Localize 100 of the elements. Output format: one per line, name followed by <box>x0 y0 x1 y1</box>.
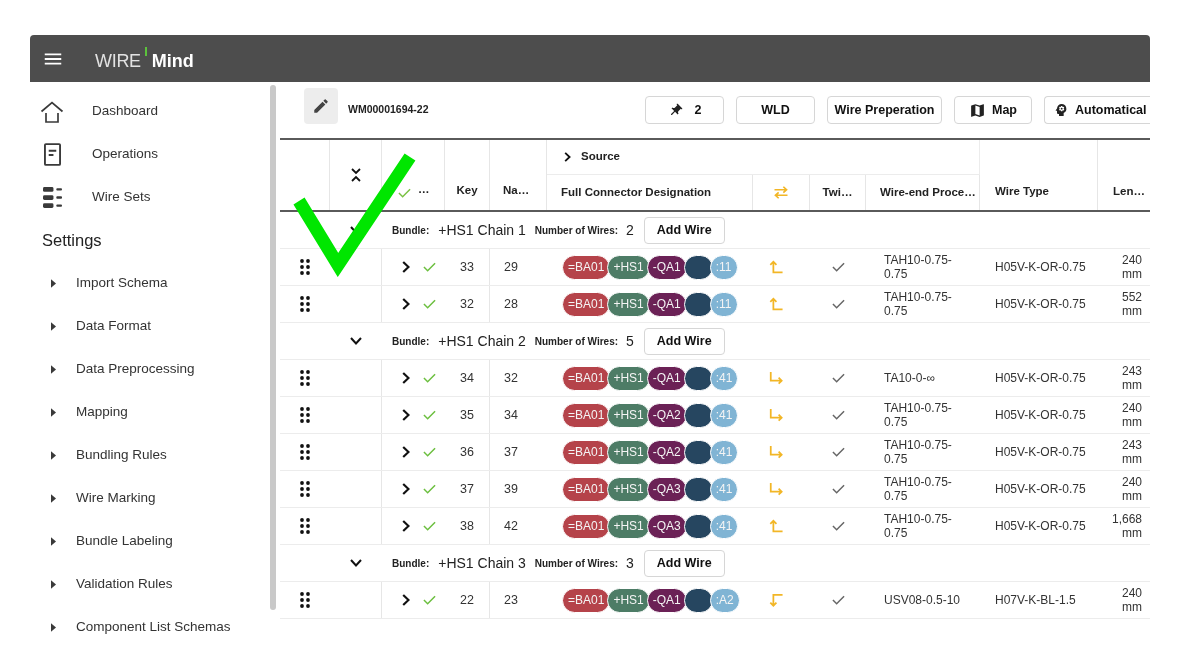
table-cell-text: 23 <box>503 591 519 609</box>
add-wire-button[interactable]: Add Wire <box>643 327 725 355</box>
corner-right-arrow-icon <box>769 445 783 459</box>
table-cell-text: 39 <box>503 480 519 498</box>
designation-tag: +HS1 <box>607 291 650 317</box>
sidebar-item[interactable]: Data Format <box>30 305 270 348</box>
caret-right-icon[interactable] <box>51 623 56 632</box>
designation-tag: +HS1 <box>607 513 650 539</box>
sidebar-item[interactable]: Mapping <box>30 391 270 434</box>
toolbar-button[interactable]: Automatical <box>1044 96 1150 124</box>
bundle-label: Bundle: <box>392 334 430 349</box>
edit-button[interactable] <box>304 88 338 124</box>
table-cell-text: 37 <box>503 443 519 461</box>
designation-tag: :41 <box>709 439 739 465</box>
chevron-right-icon[interactable] <box>402 298 410 310</box>
house-icon <box>40 100 64 123</box>
table-cell-text: H05V-K-OR-0.75 <box>994 296 1087 313</box>
caret-right-icon[interactable] <box>51 494 56 503</box>
table-cell: 22 <box>445 582 490 618</box>
table-cell-text: TAH10-0.75-0.75 <box>883 400 953 431</box>
caret-right-icon[interactable] <box>51 365 56 374</box>
sidebar-item[interactable]: Import Schema <box>30 262 270 305</box>
toolbar-button[interactable]: 2 <box>645 96 724 124</box>
column-header[interactable]: Len… <box>1113 182 1145 200</box>
corner-up-arrow-icon <box>769 519 783 533</box>
sidebar-item[interactable]: Validation Rules <box>30 563 270 606</box>
column-header[interactable]: Twi… <box>822 183 853 202</box>
pencil-icon <box>312 97 330 115</box>
table-cell: 35 <box>445 397 490 433</box>
list-icon <box>42 187 62 208</box>
chevron-down-icon[interactable] <box>350 559 362 567</box>
drag-handle-icon[interactable] <box>300 296 310 312</box>
collapse-all-icon[interactable] <box>350 168 361 182</box>
chevron-down-icon[interactable] <box>350 337 362 345</box>
column-group-header[interactable]: Source <box>581 148 620 166</box>
column-header[interactable]: … <box>418 180 430 198</box>
table-cell-text: H05V-K-OR-0.75 <box>994 481 1087 498</box>
sidebar-item[interactable]: Wire Marking <box>30 477 270 520</box>
bundle-label: Bundle: <box>392 223 430 238</box>
caret-right-icon[interactable] <box>51 279 56 288</box>
chevron-right-icon[interactable] <box>402 261 410 273</box>
table-cell-text: H07V-K-BL-1.5 <box>994 592 1077 609</box>
sidebar-item[interactable]: Component List Schemas <box>30 606 270 649</box>
sidebar-item[interactable]: Operations <box>30 133 270 176</box>
caret-right-icon[interactable] <box>51 408 56 417</box>
caret-right-icon[interactable] <box>51 580 56 589</box>
toolbar-button[interactable]: Map <box>954 96 1032 124</box>
column-header[interactable]: Na… <box>503 181 530 199</box>
chevron-right-icon[interactable] <box>402 483 410 495</box>
table-cell-text: TA10-0-∞ <box>883 370 936 387</box>
designation-tag: +HS1 <box>607 402 650 428</box>
drag-handle-icon[interactable] <box>300 407 310 423</box>
designation-tag: :11 <box>709 291 738 317</box>
designation-tag: :41 <box>709 365 739 391</box>
drag-handle-icon[interactable] <box>300 518 310 534</box>
column-header[interactable]: Key <box>456 181 478 199</box>
caret-right-icon[interactable] <box>51 322 56 331</box>
document-id: WM00001694-22 <box>348 102 429 118</box>
table-cell-text: TAH10-0.75-0.75 <box>883 437 953 468</box>
drag-handle-icon[interactable] <box>300 481 310 497</box>
chevron-right-icon[interactable] <box>402 446 410 458</box>
check-icon <box>398 188 411 198</box>
designation-tag: -QA1 <box>646 291 687 317</box>
sidebar-item[interactable]: Bundling Rules <box>30 434 270 477</box>
chevron-right-icon[interactable] <box>402 409 410 421</box>
chevron-right-icon[interactable] <box>402 372 410 384</box>
table-cell-text: 29 <box>503 258 519 276</box>
chevron-right-icon[interactable] <box>402 520 410 532</box>
designation-tag: +HS1 <box>607 476 650 502</box>
table-cell-text: 552 mm <box>1120 289 1143 320</box>
table-cell-text: 243 mm <box>1120 363 1143 394</box>
corner-down-arrow-icon <box>769 593 783 607</box>
column-header[interactable]: Wire Type <box>995 182 1049 200</box>
sidebar-item[interactable]: Data Preprocessing <box>30 348 270 391</box>
caret-right-icon[interactable] <box>51 451 56 460</box>
column-header[interactable]: Full Connector Designation <box>561 183 712 202</box>
chevron-right-icon[interactable] <box>564 152 571 162</box>
logo-text: WIRE <box>95 52 141 70</box>
add-wire-button[interactable]: Add Wire <box>643 216 725 244</box>
drag-handle-icon[interactable] <box>300 259 310 275</box>
toolbar-button[interactable]: WLD <box>736 96 815 124</box>
sidebar-item[interactable]: Wire Sets <box>30 176 270 219</box>
table-cell: 34 <box>445 360 490 396</box>
drag-handle-icon[interactable] <box>300 592 310 608</box>
chevron-right-icon[interactable] <box>402 594 410 606</box>
designation-tag: -QA1 <box>646 254 687 280</box>
add-wire-button[interactable]: Add Wire <box>643 549 725 577</box>
drag-handle-icon[interactable] <box>300 444 310 460</box>
designation-tag: -QA2 <box>646 439 687 465</box>
caret-right-icon[interactable] <box>51 537 56 546</box>
table-cell-text: 42 <box>503 517 519 535</box>
designation-tag: -QA3 <box>646 476 687 502</box>
designation-tag: -QA1 <box>646 365 687 391</box>
column-header[interactable]: Wire-end Proce… <box>880 183 976 202</box>
sidebar-item[interactable]: Bundle Labeling <box>30 520 270 563</box>
scrollbar[interactable] <box>270 85 276 610</box>
toolbar-button[interactable]: Wire Preperation <box>827 96 942 124</box>
sidebar-item[interactable]: Dashboard <box>30 90 270 133</box>
table-cell-text: 243 mm <box>1120 437 1143 468</box>
drag-handle-icon[interactable] <box>300 370 310 386</box>
